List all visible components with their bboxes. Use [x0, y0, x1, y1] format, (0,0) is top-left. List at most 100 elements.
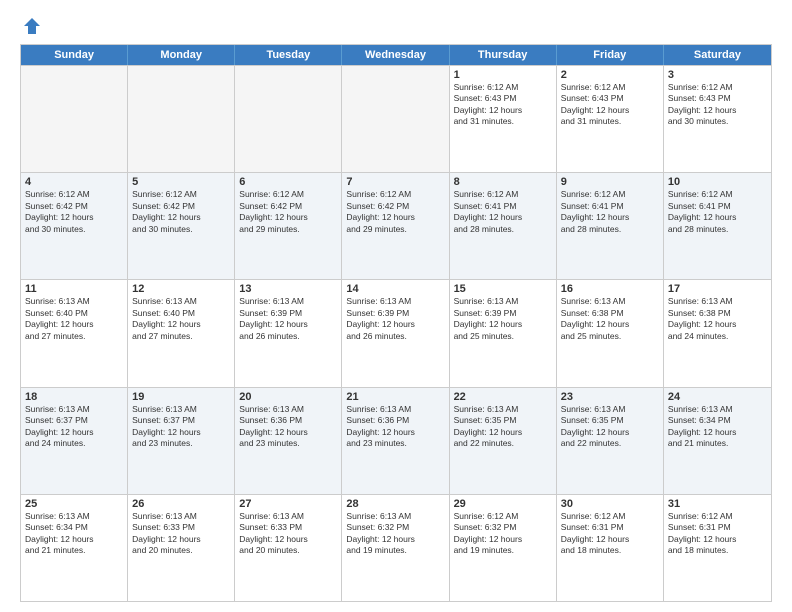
calendar-cell — [21, 66, 128, 172]
calendar-cell: 14Sunrise: 6:13 AM Sunset: 6:39 PM Dayli… — [342, 280, 449, 386]
day-info: Sunrise: 6:13 AM Sunset: 6:33 PM Dayligh… — [239, 511, 337, 557]
day-info: Sunrise: 6:12 AM Sunset: 6:42 PM Dayligh… — [132, 189, 230, 235]
header-day-saturday: Saturday — [664, 45, 771, 65]
day-number: 1 — [454, 69, 552, 81]
calendar: SundayMondayTuesdayWednesdayThursdayFrid… — [20, 44, 772, 602]
calendar-body: 1 Sunrise: 6:12 AM Sunset: 6:43 PM Daylig… — [21, 65, 771, 601]
page: SundayMondayTuesdayWednesdayThursdayFrid… — [0, 0, 792, 612]
calendar-header: SundayMondayTuesdayWednesdayThursdayFrid… — [21, 45, 771, 65]
day-number: 15 — [454, 283, 552, 295]
header-day-monday: Monday — [128, 45, 235, 65]
day-info: Sunrise: 6:13 AM Sunset: 6:39 PM Dayligh… — [239, 296, 337, 342]
header-day-friday: Friday — [557, 45, 664, 65]
calendar-cell: 5Sunrise: 6:12 AM Sunset: 6:42 PM Daylig… — [128, 173, 235, 279]
header-day-wednesday: Wednesday — [342, 45, 449, 65]
calendar-cell: 31Sunrise: 6:12 AM Sunset: 6:31 PM Dayli… — [664, 495, 771, 601]
day-info: Sunrise: 6:13 AM Sunset: 6:34 PM Dayligh… — [25, 511, 123, 557]
calendar-cell: 13Sunrise: 6:13 AM Sunset: 6:39 PM Dayli… — [235, 280, 342, 386]
day-info: Sunrise: 6:13 AM Sunset: 6:33 PM Dayligh… — [132, 511, 230, 557]
day-number: 12 — [132, 283, 230, 295]
day-info: Sunrise: 6:12 AM Sunset: 6:42 PM Dayligh… — [25, 189, 123, 235]
day-info: Sunrise: 6:13 AM Sunset: 6:39 PM Dayligh… — [454, 296, 552, 342]
day-number: 20 — [239, 391, 337, 403]
calendar-cell: 9Sunrise: 6:12 AM Sunset: 6:41 PM Daylig… — [557, 173, 664, 279]
day-number: 6 — [239, 176, 337, 188]
day-number: 22 — [454, 391, 552, 403]
calendar-cell: 11Sunrise: 6:13 AM Sunset: 6:40 PM Dayli… — [21, 280, 128, 386]
calendar-cell: 26Sunrise: 6:13 AM Sunset: 6:33 PM Dayli… — [128, 495, 235, 601]
calendar-cell — [342, 66, 449, 172]
calendar-cell: 8Sunrise: 6:12 AM Sunset: 6:41 PM Daylig… — [450, 173, 557, 279]
day-info: Sunrise: 6:12 AM Sunset: 6:31 PM Dayligh… — [561, 511, 659, 557]
day-number: 14 — [346, 283, 444, 295]
day-info: Sunrise: 6:13 AM Sunset: 6:36 PM Dayligh… — [239, 404, 337, 450]
day-number: 19 — [132, 391, 230, 403]
day-number: 3 — [668, 69, 767, 81]
day-info: Sunrise: 6:12 AM Sunset: 6:43 PM Dayligh… — [561, 82, 659, 128]
day-number: 27 — [239, 498, 337, 510]
day-number: 28 — [346, 498, 444, 510]
day-number: 18 — [25, 391, 123, 403]
calendar-cell: 17Sunrise: 6:13 AM Sunset: 6:38 PM Dayli… — [664, 280, 771, 386]
day-number: 2 — [561, 69, 659, 81]
header-day-tuesday: Tuesday — [235, 45, 342, 65]
calendar-cell: 4Sunrise: 6:12 AM Sunset: 6:42 PM Daylig… — [21, 173, 128, 279]
calendar-week-1: 4Sunrise: 6:12 AM Sunset: 6:42 PM Daylig… — [21, 172, 771, 279]
calendar-cell: 3Sunrise: 6:12 AM Sunset: 6:43 PM Daylig… — [664, 66, 771, 172]
day-number: 31 — [668, 498, 767, 510]
day-info: Sunrise: 6:13 AM Sunset: 6:38 PM Dayligh… — [561, 296, 659, 342]
day-info: Sunrise: 6:12 AM Sunset: 6:31 PM Dayligh… — [668, 511, 767, 557]
calendar-cell: 27Sunrise: 6:13 AM Sunset: 6:33 PM Dayli… — [235, 495, 342, 601]
calendar-cell — [235, 66, 342, 172]
day-number: 9 — [561, 176, 659, 188]
day-number: 25 — [25, 498, 123, 510]
day-info: Sunrise: 6:13 AM Sunset: 6:35 PM Dayligh… — [561, 404, 659, 450]
calendar-week-0: 1 Sunrise: 6:12 AM Sunset: 6:43 PM Daylig… — [21, 65, 771, 172]
day-number: 24 — [668, 391, 767, 403]
calendar-cell: 23Sunrise: 6:13 AM Sunset: 6:35 PM Dayli… — [557, 388, 664, 494]
calendar-cell: 12Sunrise: 6:13 AM Sunset: 6:40 PM Dayli… — [128, 280, 235, 386]
calendar-cell: 2Sunrise: 6:12 AM Sunset: 6:43 PM Daylig… — [557, 66, 664, 172]
day-number: 8 — [454, 176, 552, 188]
day-number: 16 — [561, 283, 659, 295]
day-number: 21 — [346, 391, 444, 403]
calendar-cell: 7Sunrise: 6:12 AM Sunset: 6:42 PM Daylig… — [342, 173, 449, 279]
day-info: Sunrise: 6:13 AM Sunset: 6:38 PM Dayligh… — [668, 296, 767, 342]
calendar-cell: 16Sunrise: 6:13 AM Sunset: 6:38 PM Dayli… — [557, 280, 664, 386]
day-number: 26 — [132, 498, 230, 510]
calendar-cell — [128, 66, 235, 172]
day-info: Sunrise: 6:13 AM Sunset: 6:36 PM Dayligh… — [346, 404, 444, 450]
day-number: 10 — [668, 176, 767, 188]
day-info: Sunrise: 6:13 AM Sunset: 6:40 PM Dayligh… — [132, 296, 230, 342]
day-info: Sunrise: 6:12 AM Sunset: 6:43 PM Dayligh… — [668, 82, 767, 128]
day-info: Sunrise: 6:12 AM Sunset: 6:42 PM Dayligh… — [346, 189, 444, 235]
day-number: 17 — [668, 283, 767, 295]
logo-icon — [22, 16, 42, 36]
calendar-cell: 10Sunrise: 6:12 AM Sunset: 6:41 PM Dayli… — [664, 173, 771, 279]
day-info: Sunrise: 6:12 AM Sunset: 6:41 PM Dayligh… — [561, 189, 659, 235]
day-info: Sunrise: 6:13 AM Sunset: 6:32 PM Dayligh… — [346, 511, 444, 557]
calendar-cell: 20Sunrise: 6:13 AM Sunset: 6:36 PM Dayli… — [235, 388, 342, 494]
day-info: Sunrise: 6:12 AM Sunset: 6:41 PM Dayligh… — [668, 189, 767, 235]
day-info: Sunrise: 6:13 AM Sunset: 6:37 PM Dayligh… — [132, 404, 230, 450]
day-info: Sunrise: 6:12 AM Sunset: 6:32 PM Dayligh… — [454, 511, 552, 557]
day-info: Sunrise: 6:12 AM Sunset: 6:41 PM Dayligh… — [454, 189, 552, 235]
calendar-cell: 22Sunrise: 6:13 AM Sunset: 6:35 PM Dayli… — [450, 388, 557, 494]
header-day-sunday: Sunday — [21, 45, 128, 65]
day-number: 29 — [454, 498, 552, 510]
day-number: 11 — [25, 283, 123, 295]
header — [20, 16, 772, 36]
day-number: 5 — [132, 176, 230, 188]
logo — [20, 16, 42, 36]
calendar-cell: 30Sunrise: 6:12 AM Sunset: 6:31 PM Dayli… — [557, 495, 664, 601]
day-number: 7 — [346, 176, 444, 188]
calendar-cell: 21Sunrise: 6:13 AM Sunset: 6:36 PM Dayli… — [342, 388, 449, 494]
day-info: Sunrise: 6:13 AM Sunset: 6:39 PM Dayligh… — [346, 296, 444, 342]
day-number: 4 — [25, 176, 123, 188]
calendar-cell: 25Sunrise: 6:13 AM Sunset: 6:34 PM Dayli… — [21, 495, 128, 601]
day-number: 13 — [239, 283, 337, 295]
calendar-week-4: 25Sunrise: 6:13 AM Sunset: 6:34 PM Dayli… — [21, 494, 771, 601]
calendar-cell: 15Sunrise: 6:13 AM Sunset: 6:39 PM Dayli… — [450, 280, 557, 386]
calendar-cell: 24Sunrise: 6:13 AM Sunset: 6:34 PM Dayli… — [664, 388, 771, 494]
day-info: Sunrise: 6:13 AM Sunset: 6:37 PM Dayligh… — [25, 404, 123, 450]
